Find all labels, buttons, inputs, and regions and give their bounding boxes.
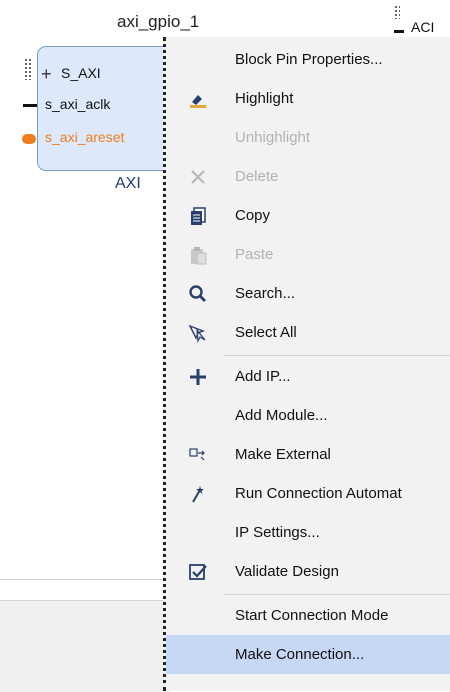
search-icon [186, 282, 210, 306]
menu-separator [224, 355, 450, 356]
menu-item-search[interactable]: Search... [166, 274, 450, 313]
wand-icon [186, 482, 210, 506]
clock-pin-line [23, 104, 37, 107]
menu-item-label: IP Settings... [235, 524, 320, 541]
block-name-label: axi_gpio_1 [117, 12, 200, 31]
menu-item-start-connection-mode[interactable]: Start Connection Mode [166, 596, 450, 635]
right-pin-line [394, 30, 404, 33]
context-menu: Block Pin Properties... Highlight Unhigh… [163, 37, 450, 691]
menu-item-add-ip[interactable]: Add IP... [166, 357, 450, 396]
right-pin-grip-icon [394, 5, 400, 19]
menu-item-label: Search... [235, 285, 296, 302]
menu-item-label: Run Connection Automat [235, 485, 402, 502]
highlight-icon [186, 87, 210, 111]
menu-item-label: Make Connection... [235, 646, 365, 663]
menu-item-unhighlight[interactable]: Unhighlight [166, 118, 450, 157]
menu-item-label: Copy [235, 207, 271, 224]
menu-item-highlight[interactable]: Highlight [166, 79, 450, 118]
copy-icon [186, 204, 210, 228]
menu-item-make-connection[interactable]: Make Connection... [166, 635, 450, 674]
validate-icon [186, 560, 210, 584]
pin-s-axi-aclk[interactable]: s_axi_aclk [45, 96, 110, 112]
canvas-divider [0, 579, 170, 580]
menu-item-run-connection-automation[interactable]: Run Connection Automat [166, 474, 450, 513]
menu-item-label: Add Module... [235, 407, 328, 424]
bottom-panel [0, 600, 170, 692]
pin-s-axi-aresetn[interactable]: s_axi_areset [45, 129, 124, 145]
menu-item-make-external[interactable]: Make External [166, 435, 450, 474]
menu-item-ip-settings[interactable]: IP Settings... [166, 513, 450, 552]
paste-icon [186, 243, 210, 267]
menu-item-select-all[interactable]: Select All [166, 313, 450, 352]
make-external-icon [186, 443, 210, 467]
menu-item-label: Add IP... [235, 368, 291, 385]
block-subtitle: AXI [115, 175, 141, 192]
reset-pin-icon [22, 134, 36, 144]
menu-item-label: Start Connection Mode [235, 607, 389, 624]
menu-item-add-module[interactable]: Add Module... [166, 396, 450, 435]
add-icon [186, 365, 210, 389]
menu-item-label: Make External [235, 446, 331, 463]
delete-icon [186, 165, 210, 189]
menu-item-block-pin-properties[interactable]: Block Pin Properties... [166, 40, 450, 79]
menu-item-paste[interactable]: Paste [166, 235, 450, 274]
menu-item-label: Paste [235, 246, 274, 263]
menu-item-validate-design[interactable]: Validate Design [166, 552, 450, 591]
menu-item-label: Block Pin Properties... [235, 51, 383, 68]
menu-item-delete[interactable]: Delete [166, 157, 450, 196]
menu-item-copy[interactable]: Copy [166, 196, 450, 235]
expand-pin-icon[interactable]: + [41, 64, 52, 85]
right-pin-label: ACI [411, 19, 435, 35]
menu-item-label: Delete [235, 168, 279, 185]
pin-s-axi[interactable]: S_AXI [61, 65, 101, 81]
menu-item-label: Validate Design [235, 563, 339, 580]
menu-separator [224, 594, 450, 595]
select-all-icon [186, 321, 210, 345]
pin-grip-icon [24, 58, 32, 80]
menu-item-label: Unhighlight [235, 129, 311, 146]
menu-item-label: Select All [235, 324, 297, 341]
menu-item-label: Highlight [235, 90, 294, 107]
